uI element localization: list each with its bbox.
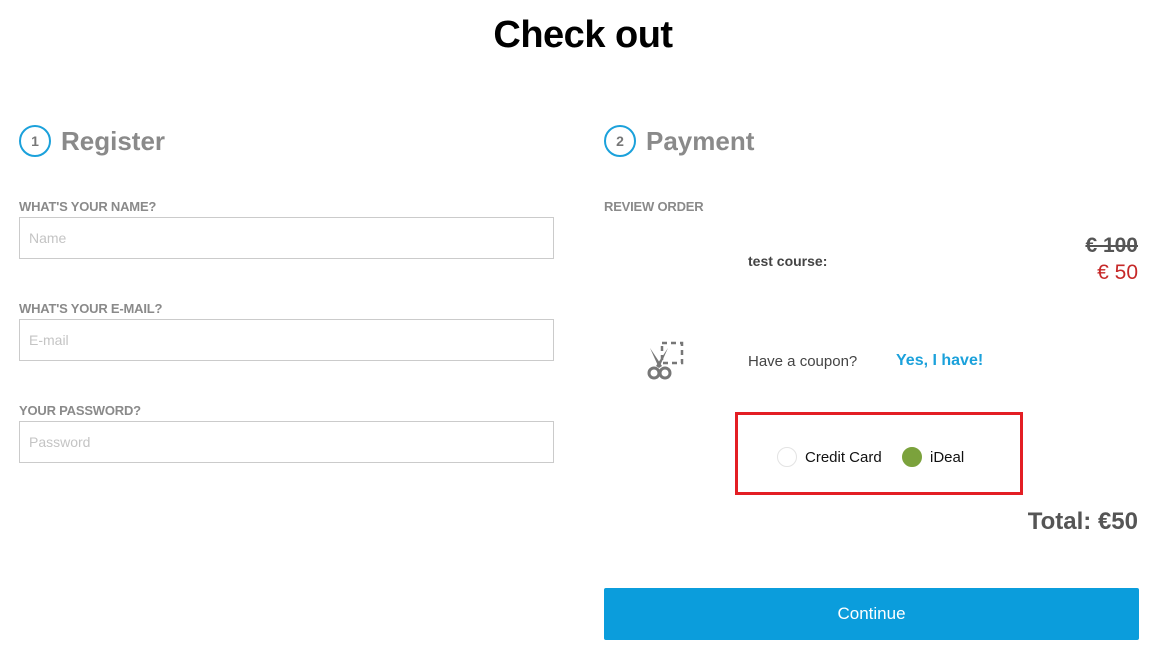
scissors-coupon-icon bbox=[647, 341, 684, 380]
review-order-label: REVIEW ORDER bbox=[604, 199, 704, 214]
coupon-question: Have a coupon? bbox=[748, 353, 858, 370]
payment-title: Payment bbox=[646, 125, 755, 156]
credit-card-label: Credit Card bbox=[805, 448, 882, 466]
credit-card-radio[interactable] bbox=[777, 447, 797, 467]
original-price: € 100 bbox=[1085, 234, 1138, 257]
email-input[interactable] bbox=[19, 319, 554, 361]
coupon-link[interactable]: Yes, I have! bbox=[896, 352, 983, 370]
step-number-badge: 1 bbox=[19, 125, 51, 157]
page-title: Check out bbox=[493, 14, 673, 56]
step-number-badge: 2 bbox=[604, 125, 636, 157]
register-step-header: 1 Register bbox=[19, 125, 165, 157]
password-label: YOUR PASSWORD? bbox=[19, 403, 141, 418]
register-title: Register bbox=[61, 125, 166, 156]
name-label: WHAT'S YOUR NAME? bbox=[19, 199, 157, 214]
ideal-label: iDeal bbox=[930, 448, 965, 466]
name-input[interactable] bbox=[19, 217, 554, 259]
payment-option-credit-card[interactable]: Credit Card bbox=[777, 447, 882, 467]
order-item-name: test course: bbox=[748, 253, 828, 269]
payment-option-ideal[interactable]: iDeal bbox=[902, 447, 964, 467]
discounted-price: € 50 bbox=[1097, 261, 1138, 284]
continue-button[interactable]: Continue bbox=[604, 588, 1139, 640]
payment-step-header: 2 Payment bbox=[604, 125, 754, 157]
password-input[interactable] bbox=[19, 421, 554, 463]
ideal-radio[interactable] bbox=[902, 447, 922, 467]
email-label: WHAT'S YOUR E-MAIL? bbox=[19, 301, 163, 316]
order-total: Total: €50 bbox=[1027, 508, 1138, 535]
